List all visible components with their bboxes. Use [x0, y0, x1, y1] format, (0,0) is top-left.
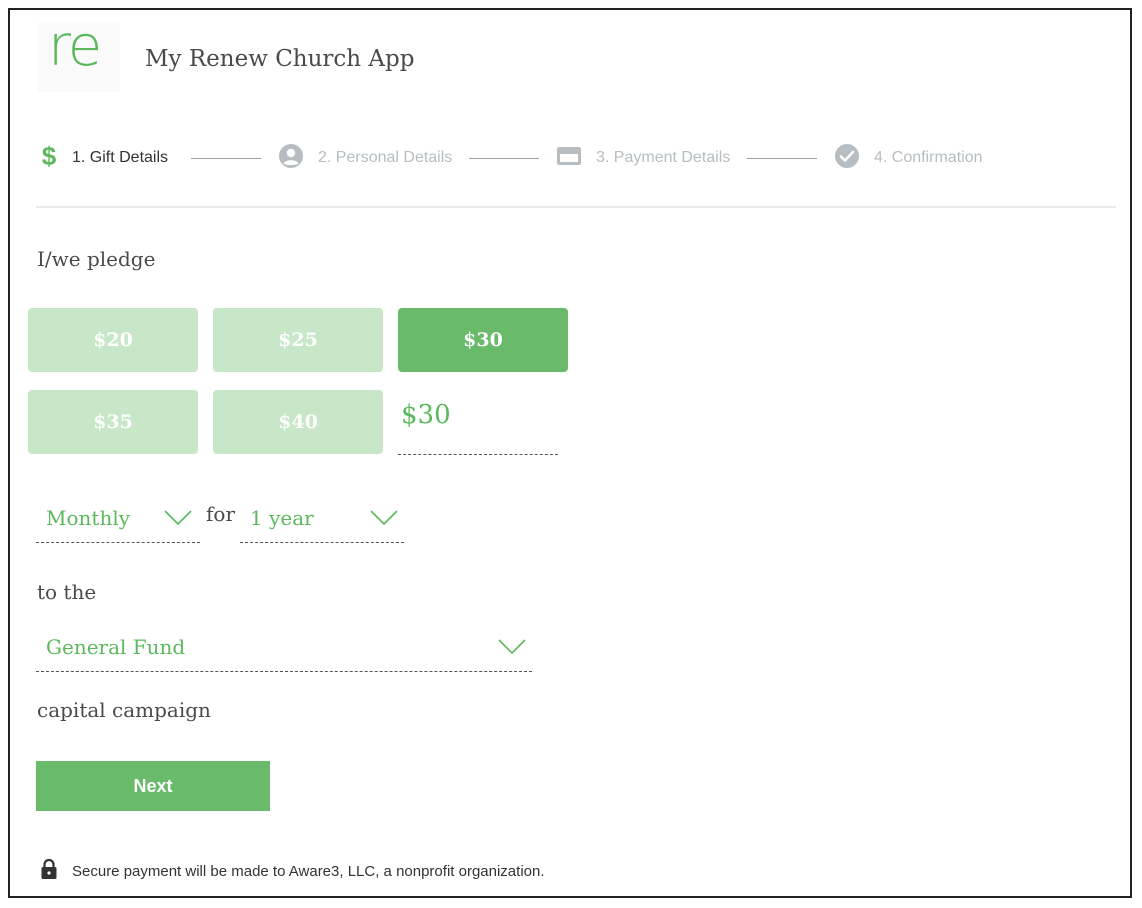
- amount-20-button[interactable]: $20: [28, 308, 198, 372]
- progress-stepper: $ 1. Gift Details 2. Personal Details 3.…: [40, 141, 1120, 175]
- frequency-select[interactable]: Monthly: [36, 498, 200, 543]
- credit-card-icon: [556, 145, 582, 172]
- logo-text: re: [48, 14, 102, 79]
- step-gift-details: $ 1. Gift Details: [40, 141, 169, 175]
- dollar-icon: $: [40, 141, 58, 175]
- step-label: 2. Personal Details: [318, 149, 453, 166]
- chevron-down-icon: [164, 510, 192, 526]
- step-connector: [191, 158, 261, 159]
- step-connector: [469, 158, 539, 159]
- step-connector: [747, 158, 817, 159]
- check-circle-icon: [834, 143, 860, 174]
- campaign-label: capital campaign: [37, 698, 211, 722]
- amount-25-button[interactable]: $25: [213, 308, 383, 372]
- secure-payment-text: Secure payment will be made to Aware3, L…: [72, 863, 545, 880]
- step-label: 4. Confirmation: [874, 149, 983, 166]
- user-icon: [278, 143, 304, 174]
- step-label: 3. Payment Details: [596, 149, 731, 166]
- secure-payment-note: Secure payment will be made to Aware3, L…: [40, 858, 545, 885]
- svg-text:$: $: [42, 142, 57, 170]
- step-confirmation: 4. Confirmation: [834, 143, 983, 173]
- frequency-value: Monthly: [46, 506, 131, 530]
- for-label: for: [206, 502, 236, 526]
- pledge-label: I/we pledge: [37, 247, 156, 271]
- step-payment-details: 3. Payment Details: [556, 143, 730, 173]
- next-button[interactable]: Next: [36, 761, 270, 811]
- custom-amount-input[interactable]: $30: [398, 390, 558, 455]
- step-personal-details: 2. Personal Details: [278, 143, 452, 173]
- amount-40-button[interactable]: $40: [213, 390, 383, 454]
- app-title: My Renew Church App: [145, 46, 415, 72]
- fund-select[interactable]: General Fund: [36, 627, 532, 672]
- duration-value: 1 year: [250, 506, 314, 530]
- app-window: re My Renew Church App $ 1. Gift Details: [8, 8, 1132, 898]
- custom-amount-value: $30: [401, 400, 451, 430]
- chevron-down-icon: [498, 639, 526, 655]
- to-the-label: to the: [37, 580, 97, 604]
- step-label: 1. Gift Details: [72, 149, 169, 166]
- lock-icon: [40, 858, 58, 885]
- fund-value: General Fund: [46, 635, 186, 659]
- amount-30-button[interactable]: $30: [398, 308, 568, 372]
- app-logo: re: [38, 14, 120, 92]
- duration-select[interactable]: 1 year: [240, 498, 404, 543]
- amount-35-button[interactable]: $35: [28, 390, 198, 454]
- header-divider: [36, 206, 1116, 208]
- chevron-down-icon: [370, 510, 398, 526]
